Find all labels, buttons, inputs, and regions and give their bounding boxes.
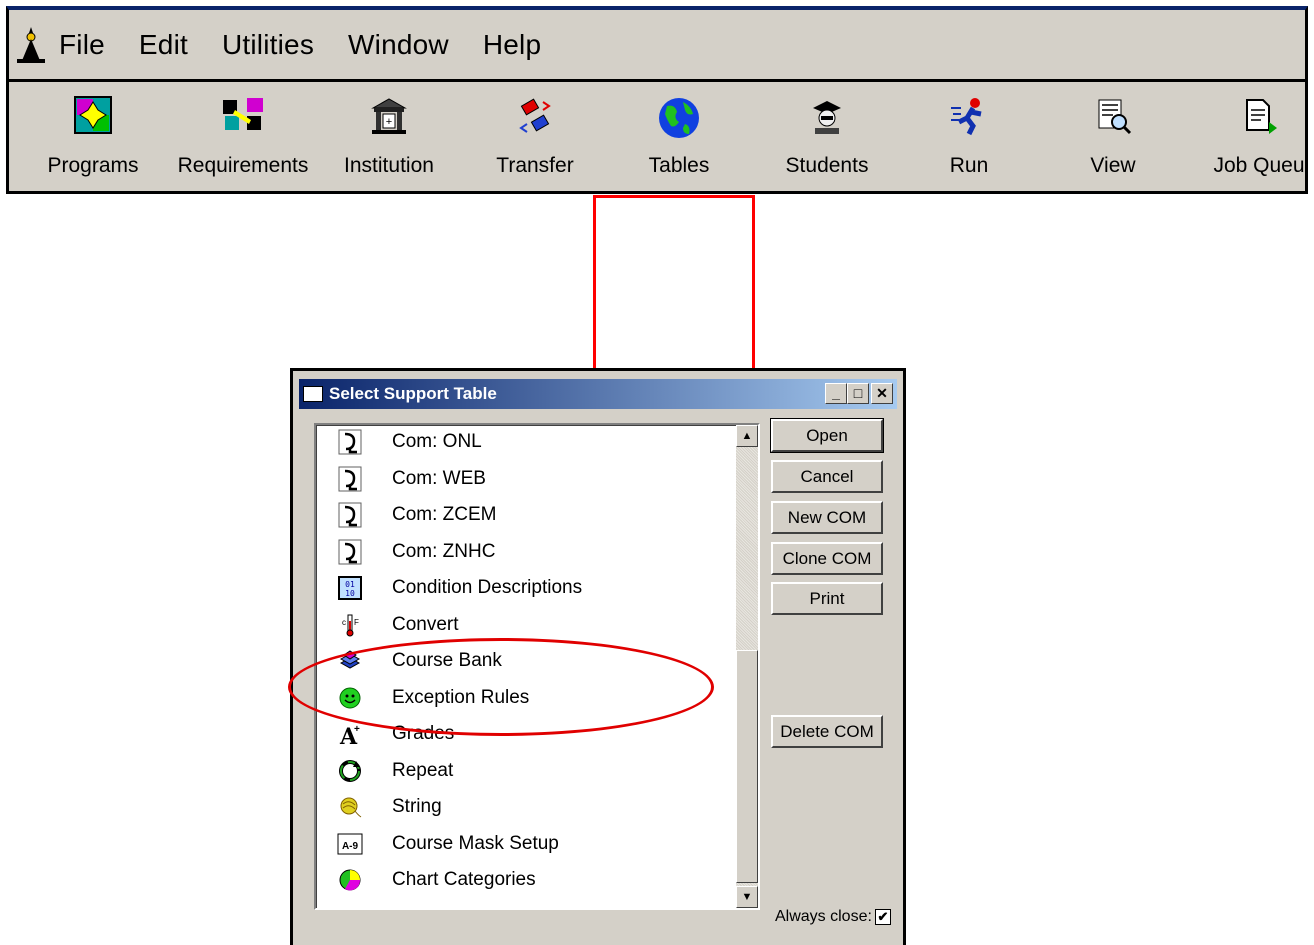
toolbar-institution-button[interactable]: + Institution <box>319 82 459 194</box>
list-item[interactable]: A-9 Course Mask Setup <box>336 827 736 861</box>
svg-text:F: F <box>354 618 359 627</box>
maximize-button[interactable]: □ <box>847 383 869 404</box>
repeat-icon <box>336 757 364 785</box>
svg-text:A-9: A-9 <box>342 841 359 852</box>
scroll-thumb[interactable] <box>736 650 758 883</box>
list-item[interactable]: Com: ZCEM <box>336 498 736 532</box>
toolbar-transfer-label: Transfer <box>496 154 574 177</box>
highlight-ellipse <box>288 638 714 736</box>
clone-com-button[interactable]: Clone COM <box>771 542 883 575</box>
new-com-button[interactable]: New COM <box>771 501 883 534</box>
job-queue-icon <box>1246 99 1277 134</box>
toolbar-tables-button[interactable]: Tables <box>609 82 749 194</box>
toolbar-programs-label: Programs <box>47 154 139 177</box>
runner-icon <box>951 98 982 136</box>
toolbar-view-button[interactable]: View <box>1043 82 1183 194</box>
institution-icon: + <box>371 98 407 134</box>
toolbar-students-label: Students <box>785 154 869 177</box>
delete-com-button[interactable]: Delete COM <box>771 715 883 748</box>
mask-icon: A-9 <box>336 830 364 858</box>
toolbar-view-label: View <box>1090 154 1136 177</box>
toolbar-run-button[interactable]: Run <box>899 82 1039 194</box>
string-icon <box>336 793 364 821</box>
menu-bar: File Edit Utilities Window Help <box>9 10 1305 82</box>
window-icon <box>303 386 323 402</box>
cancel-button[interactable]: Cancel <box>771 460 883 493</box>
svg-text:01: 01 <box>345 580 355 589</box>
scroll-up-button[interactable]: ▲ <box>736 425 758 447</box>
toolbar-job-queue-label: Job Queu <box>1213 154 1305 177</box>
list-item[interactable]: cF Convert <box>336 608 736 642</box>
grade-icon: A + <box>336 720 364 748</box>
list-item[interactable]: Com: WEB <box>336 462 736 496</box>
list-item[interactable]: Repeat <box>336 754 736 788</box>
svg-text:10: 10 <box>345 589 355 598</box>
list-scrollbar[interactable]: ▲ ▼ <box>736 425 758 908</box>
toolbar-students-button[interactable]: Students <box>757 82 897 194</box>
always-close-label: Always close: <box>775 908 872 925</box>
pie-icon <box>336 866 364 894</box>
condition-icon: 01 10 <box>336 574 364 602</box>
scroll-down-button[interactable]: ▼ <box>736 886 758 908</box>
close-button[interactable]: ✕ <box>871 383 893 404</box>
menu-window[interactable]: Window <box>348 29 449 61</box>
toolbar-requirements-label: Requirements <box>177 154 309 177</box>
list-item[interactable]: String <box>336 790 736 824</box>
student-icon <box>813 101 841 134</box>
globe-icon <box>659 98 699 138</box>
requirements-icon <box>223 98 263 130</box>
app-wizard-icon[interactable] <box>13 25 49 65</box>
svg-text:+: + <box>354 724 360 735</box>
programs-icon <box>74 96 112 134</box>
toolbar-programs-button[interactable]: Programs <box>23 82 163 194</box>
toolbar-run-label: Run <box>949 154 989 177</box>
list-item[interactable]: Com: ZNHC <box>336 535 736 569</box>
toolbar-institution-label: Institution <box>344 154 434 177</box>
dialog-titlebar[interactable]: Select Support Table _ □ ✕ <box>299 379 897 409</box>
com-icon <box>336 501 364 529</box>
com-icon <box>336 465 364 493</box>
list-item[interactable]: 01 10 Condition Descriptions <box>336 571 736 605</box>
menu-edit[interactable]: Edit <box>139 29 188 61</box>
menu-utilities[interactable]: Utilities <box>222 29 314 61</box>
toolbar-requirements-button[interactable]: Requirements <box>173 82 313 194</box>
minimize-button[interactable]: _ <box>825 383 847 404</box>
svg-text:+: + <box>386 116 392 128</box>
svg-text:c: c <box>342 618 346 627</box>
menu-file[interactable]: File <box>59 29 105 61</box>
always-close-checkbox[interactable]: ✔ <box>874 909 891 925</box>
application-window: File Edit Utilities Window Help Programs <box>6 6 1308 194</box>
list-item[interactable]: Com: ONL <box>336 425 736 459</box>
print-button[interactable]: Print <box>771 582 883 615</box>
open-button[interactable]: Open <box>770 418 884 453</box>
com-icon <box>336 428 364 456</box>
dialog-title: Select Support Table <box>329 384 497 403</box>
list-item[interactable]: Chart Categories <box>336 863 736 897</box>
toolbar-transfer-button[interactable]: Transfer <box>465 82 605 194</box>
toolbar: Programs Requirements + Institution Tran… <box>9 82 1305 194</box>
toolbar-job-queue-button[interactable]: Job Queu <box>1189 82 1314 194</box>
transfer-icon <box>519 98 551 133</box>
always-close-option: Always close: ✔ <box>775 908 891 926</box>
toolbar-tables-label: Tables <box>648 154 710 177</box>
com-icon <box>336 538 364 566</box>
menu-help[interactable]: Help <box>483 29 541 61</box>
highlight-rectangle <box>593 195 755 385</box>
convert-icon: cF <box>336 611 364 639</box>
view-icon <box>1098 99 1132 135</box>
